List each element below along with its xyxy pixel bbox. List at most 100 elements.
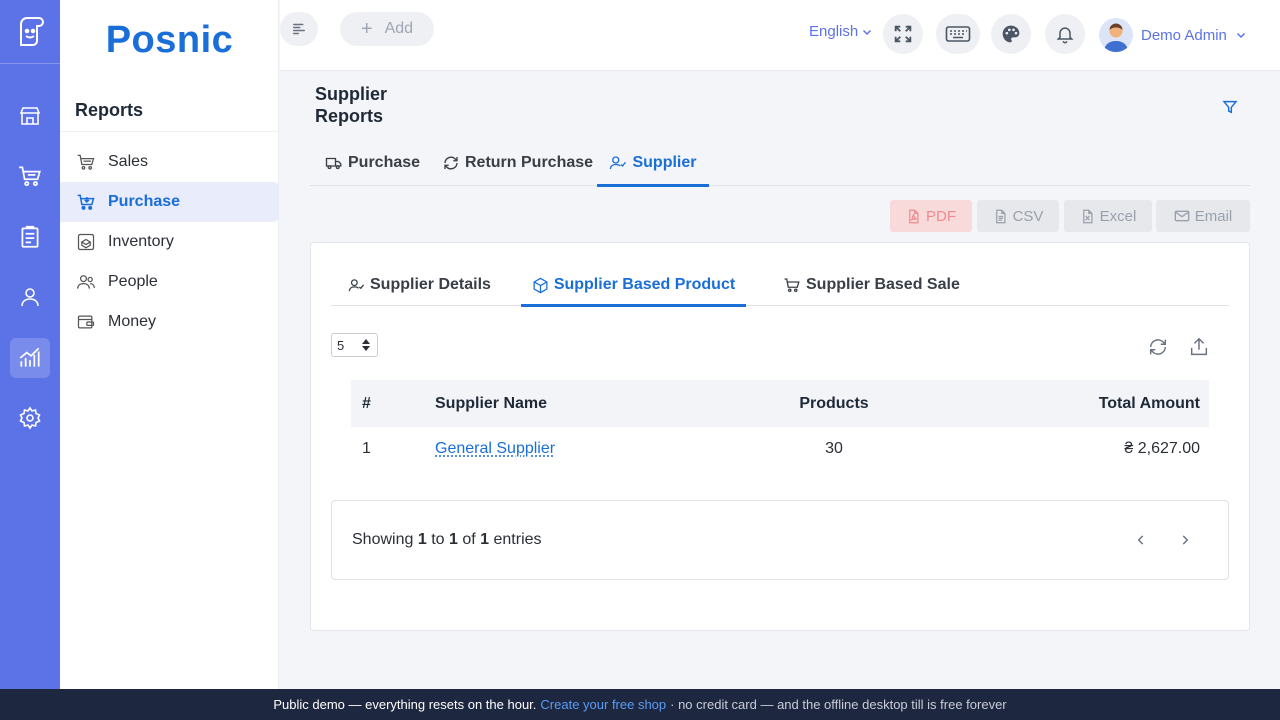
pagination-info: Showing 1 to 1 of 1 entries <box>352 531 542 549</box>
pdf-export-button[interactable]: PDF <box>890 200 972 232</box>
basket-icon <box>76 192 96 212</box>
tab-supplier-based-product[interactable]: Supplier Based Product <box>521 264 746 307</box>
user-check-icon <box>610 156 627 170</box>
tab-supplier[interactable]: Supplier <box>597 140 709 187</box>
pagination: Showing 1 to 1 of 1 entries <box>331 500 1229 580</box>
user-icon[interactable] <box>10 277 50 317</box>
brand-logo[interactable]: Posnic <box>60 0 279 80</box>
page-size-value: 5 <box>337 337 345 353</box>
chevron-left-icon[interactable] <box>1129 528 1153 552</box>
tab-label: Return Purchase <box>465 154 594 171</box>
tab-label: Supplier Based Sale <box>806 276 960 293</box>
sidebar-item-label: Money <box>108 313 157 330</box>
sidebar-item-label: Inventory <box>108 233 174 250</box>
box-icon <box>76 232 96 252</box>
sidebar-item-label: Purchase <box>108 193 181 210</box>
supplier-table: # Supplier Name Products Total Amount 1 … <box>351 380 1209 471</box>
cart-icon[interactable] <box>10 156 50 196</box>
sidebar-menu: Sales Purchase Inventory People Money <box>60 142 279 342</box>
pager-suffix: entries <box>493 531 542 548</box>
filter-icon[interactable] <box>1220 97 1240 117</box>
plus-icon: + <box>360 18 373 40</box>
store-icon[interactable] <box>10 96 50 136</box>
bell-icon[interactable] <box>1045 14 1085 54</box>
pdf-label: PDF <box>926 207 956 225</box>
fullscreen-icon[interactable] <box>883 14 923 54</box>
email-export-button[interactable]: Email <box>1156 200 1250 232</box>
column-header[interactable]: Products <box>725 395 943 413</box>
upload-icon[interactable] <box>1187 335 1211 359</box>
divider <box>60 131 279 132</box>
excel-label: Excel <box>1099 207 1137 225</box>
people-icon <box>76 272 96 292</box>
pager-total: 1 <box>480 531 490 548</box>
chevron-right-icon[interactable] <box>1173 528 1197 552</box>
csv-export-button[interactable]: CSV <box>977 200 1059 232</box>
page-size-select[interactable]: 5 <box>331 333 378 357</box>
avatar <box>1099 18 1133 52</box>
chevron-down-icon <box>1236 32 1245 39</box>
tab-label: Supplier Based Product <box>553 276 736 293</box>
supplier-tabs: Supplier Details Supplier Based Product … <box>331 264 1229 307</box>
topbar: + Add English Demo Admin <box>280 0 1280 71</box>
tab-supplier-based-sale[interactable]: Supplier Based Sale <box>783 264 960 306</box>
column-header[interactable]: Supplier Name <box>435 395 725 413</box>
user-check-icon <box>348 278 365 291</box>
sidebar: Posnic Reports Sales Purchase Inventory … <box>60 0 279 689</box>
tab-purchase[interactable]: Purchase <box>325 140 420 186</box>
table-header: # Supplier Name Products Total Amount <box>351 380 1209 427</box>
file-text-icon <box>995 209 1006 223</box>
money-icon <box>76 312 96 332</box>
table-row: 1 General Supplier 30 ₴ 2,627.00 <box>351 427 1209 471</box>
sidebar-item-people[interactable]: People <box>60 262 279 302</box>
row-index: 1 <box>362 440 371 457</box>
pager-to-word: to <box>431 531 445 548</box>
excel-export-button[interactable]: Excel <box>1064 200 1152 232</box>
total-amount: ₴ 2,627.00 <box>1124 440 1200 457</box>
pager-to: 1 <box>448 531 458 548</box>
cube-icon <box>533 277 548 293</box>
user-name: Demo Admin <box>1141 26 1227 44</box>
report-card: Supplier Details Supplier Based Product … <box>310 242 1250 631</box>
icon-rail <box>0 0 60 689</box>
tab-supplier-details[interactable]: Supplier Details <box>348 264 491 306</box>
keyboard-icon[interactable] <box>936 14 980 54</box>
file-pdf-icon <box>909 209 919 223</box>
pager-prefix: Showing <box>352 531 414 548</box>
sidebar-item-sales[interactable]: Sales <box>60 142 279 182</box>
file-excel-icon <box>1082 209 1093 223</box>
sidebar-item-money[interactable]: Money <box>60 302 279 342</box>
tab-label: Supplier Details <box>370 276 491 293</box>
sidebar-item-purchase[interactable]: Purchase <box>60 182 279 222</box>
csv-label: CSV <box>1012 207 1044 225</box>
truck-icon <box>325 157 342 170</box>
supplier-link[interactable]: General Supplier <box>435 440 555 457</box>
refresh-icon <box>444 156 458 170</box>
sort-arrows-icon <box>362 339 370 351</box>
banner-muted-text: · no credit card — and the offline deskt… <box>670 697 1007 712</box>
language-label: English <box>809 23 859 40</box>
add-button[interactable]: + Add <box>340 12 434 46</box>
report-tabs: Purchase Return Purchase Supplier <box>310 140 1250 187</box>
user-menu[interactable]: Demo Admin <box>1099 17 1247 53</box>
menu-toggle-icon[interactable] <box>280 12 318 46</box>
cart-icon <box>76 152 96 172</box>
pager-from: 1 <box>417 531 427 548</box>
clipboard-icon[interactable] <box>10 217 50 257</box>
refresh-icon[interactable] <box>1146 335 1170 359</box>
tab-return-purchase[interactable]: Return Purchase <box>442 140 593 186</box>
language-select[interactable]: English <box>809 23 873 40</box>
email-label: Email <box>1194 207 1233 225</box>
column-header[interactable]: # <box>351 395 435 413</box>
sidebar-item-inventory[interactable]: Inventory <box>60 222 279 262</box>
cart-icon <box>784 278 800 293</box>
tab-label: Purchase <box>348 154 421 171</box>
app-logo-icon[interactable] <box>0 0 60 64</box>
palette-icon[interactable] <box>991 14 1031 54</box>
products-count: 30 <box>825 440 843 457</box>
chart-icon[interactable] <box>10 338 50 378</box>
column-header[interactable]: Total Amount <box>943 395 1209 413</box>
create-shop-link[interactable]: Create your free shop <box>540 697 666 712</box>
settings-icon[interactable] <box>10 398 50 438</box>
banner-text: Public demo — everything resets on the h… <box>273 697 537 712</box>
